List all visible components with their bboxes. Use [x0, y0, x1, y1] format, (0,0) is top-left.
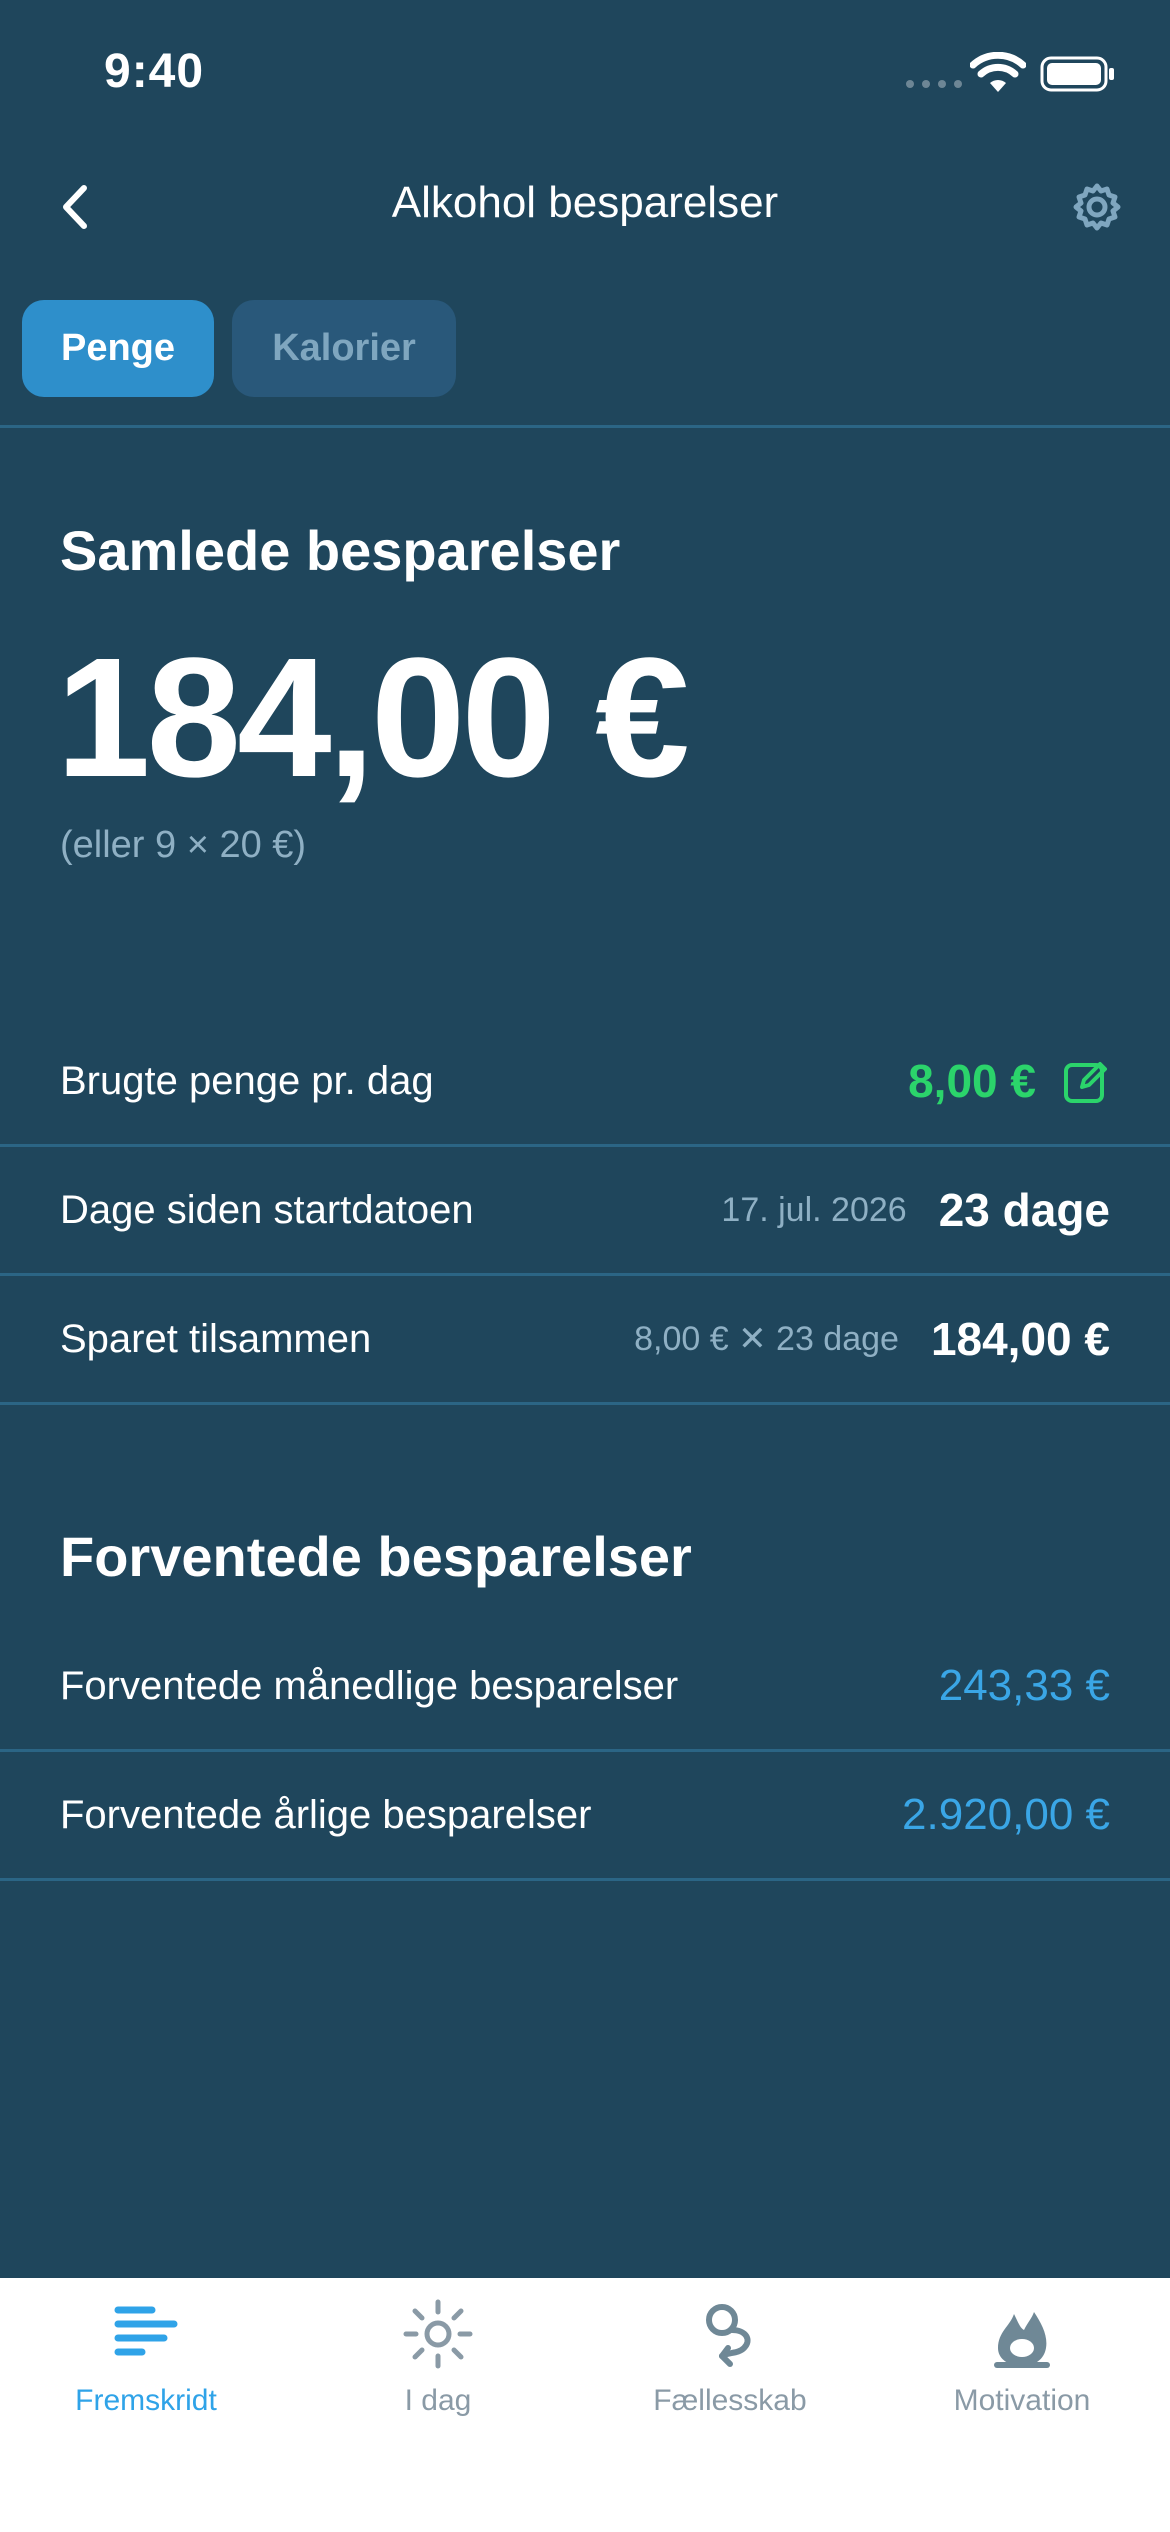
section-title-expected: Forventede besparelser: [60, 1525, 692, 1588]
row-label: Sparet tilsammen: [60, 1316, 372, 1361]
divider: [0, 425, 1170, 428]
progress-bars-icon: [114, 2306, 178, 2356]
page-title: Alkohol besparelser: [391, 178, 779, 227]
saved-formula: 8,00 € ✕ 23 dage: [634, 1320, 899, 1358]
battery-icon: [1040, 56, 1114, 92]
daily-spend-value[interactable]: 8,00 €: [908, 1054, 1036, 1108]
row-label: Dage siden startdatoen: [60, 1187, 474, 1232]
expected-monthly-value: 243,33 €: [938, 1661, 1110, 1710]
row-label: Forventede årlige besparelser: [60, 1792, 592, 1837]
edit-icon[interactable]: [1062, 1057, 1110, 1105]
row-daily-spend[interactable]: Brugte penge pr. dag 8,00 €: [0, 1018, 1170, 1147]
wifi-icon: [970, 52, 1026, 92]
row-expected-monthly: Forventede månedlige besparelser 243,33 …: [0, 1623, 1170, 1752]
status-bar: 9:40: [0, 0, 1170, 150]
tab-label: Fremskridt: [75, 2384, 217, 2417]
gear-icon[interactable]: [1072, 182, 1122, 232]
expected-yearly-value: 2.920,00 €: [902, 1790, 1110, 1839]
community-icon: [706, 2304, 751, 2367]
row-label: Forventede månedlige besparelser: [60, 1663, 679, 1708]
saved-total-value: 184,00 €: [930, 1313, 1110, 1365]
tab-label: I dag: [404, 2384, 472, 2417]
tab-fremskridt[interactable]: Fremskridt: [0, 2278, 292, 2438]
tab-motivation[interactable]: Motivation: [876, 2278, 1168, 2438]
tab-label: Fællesskab: [653, 2384, 807, 2417]
row-saved-total: Sparet tilsammen 8,00 € ✕ 23 dage 184,00…: [0, 1276, 1170, 1405]
start-date: 17. jul. 2026: [721, 1190, 907, 1229]
segmented-control: Penge Kalorier: [22, 300, 456, 397]
tab-kalorier[interactable]: Kalorier: [232, 300, 456, 397]
flame-icon: [994, 2312, 1050, 2368]
total-savings-amount: 184,00 €: [56, 623, 690, 813]
days-count: 23 dage: [938, 1184, 1110, 1236]
row-days-since-start: Dage siden startdatoen 17. jul. 2026 23 …: [0, 1147, 1170, 1276]
total-savings-note: (eller 9 × 20 €): [60, 824, 307, 866]
tab-bar: Fremskridt I dag Fællesskab Motivation: [0, 2278, 1170, 2532]
tab-penge[interactable]: Penge: [22, 300, 214, 397]
status-time: 9:40: [104, 45, 205, 98]
row-expected-yearly: Forventede årlige besparelser 2.920,00 €: [0, 1752, 1170, 1881]
nav-bar: Alkohol besparelser: [0, 160, 1170, 250]
tab-label: Motivation: [953, 2384, 1091, 2417]
row-label: Brugte penge pr. dag: [60, 1058, 434, 1103]
sun-icon: [403, 2299, 473, 2369]
cellular-signal-icon: [906, 80, 962, 88]
tab-faellesskab[interactable]: Fællesskab: [584, 2278, 876, 2438]
tab-i-dag[interactable]: I dag: [292, 2278, 584, 2438]
section-title-total: Samlede besparelser: [60, 519, 621, 582]
